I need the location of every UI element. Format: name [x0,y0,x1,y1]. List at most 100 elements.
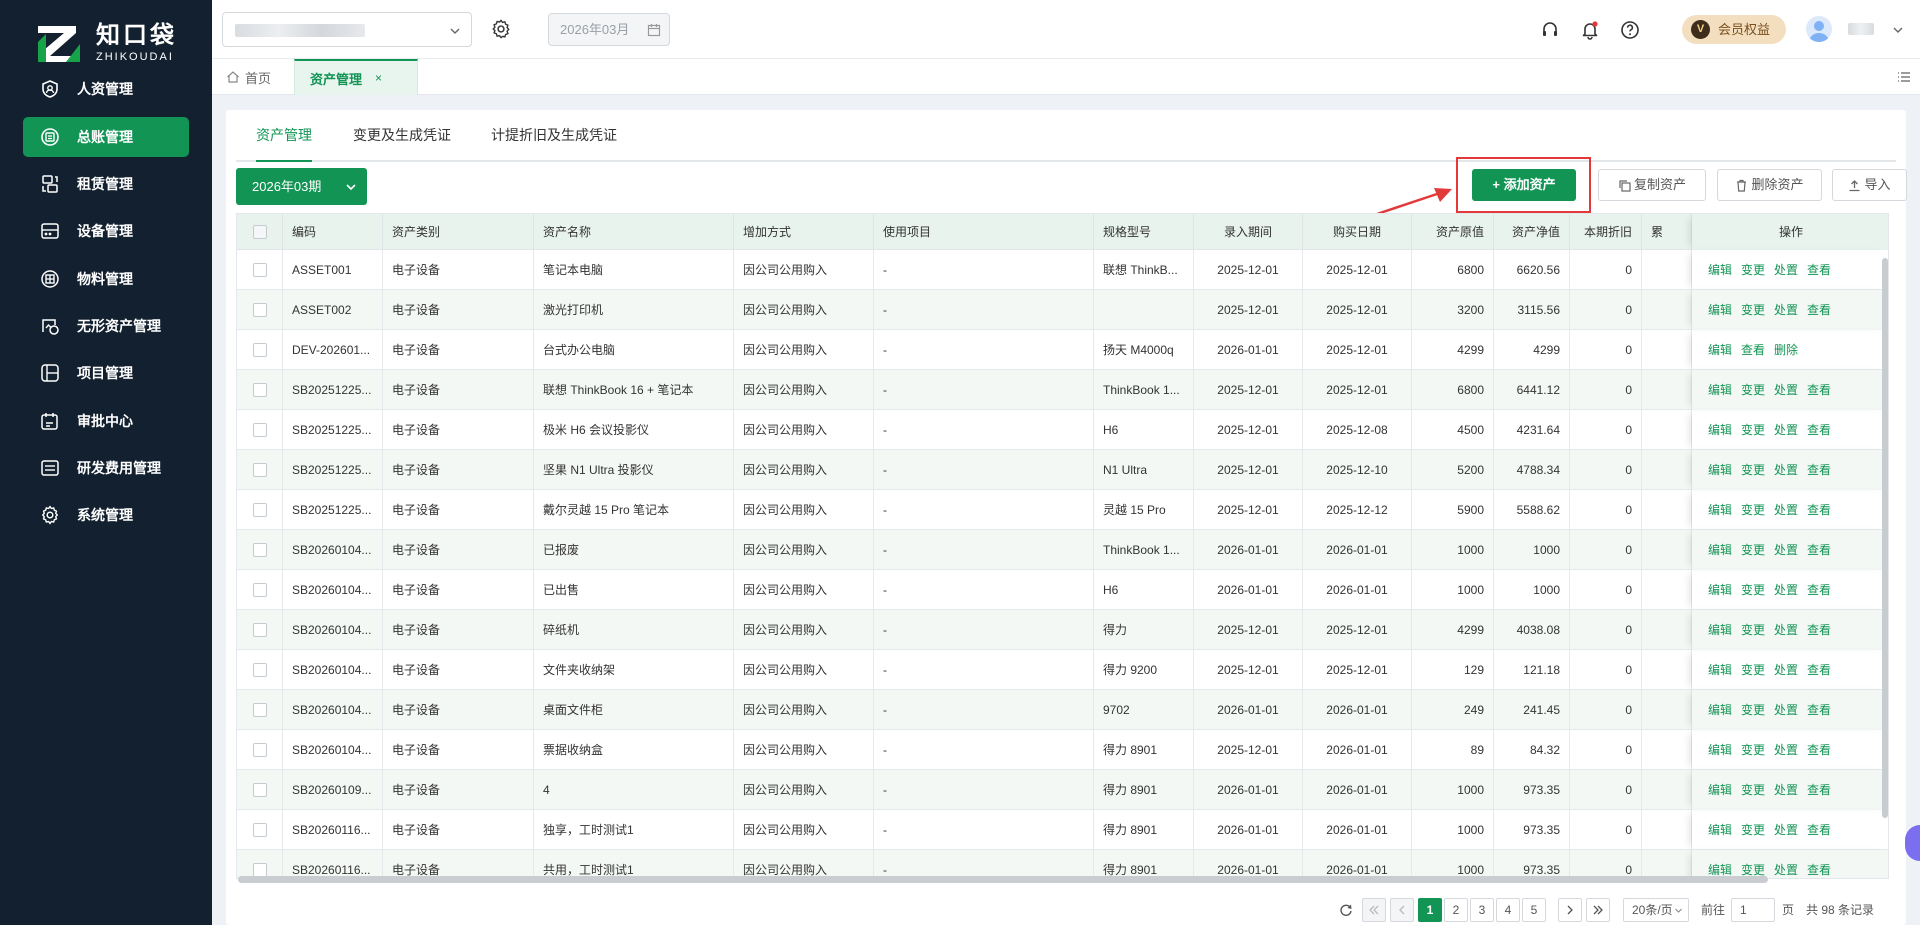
prev-page-button[interactable] [1390,898,1414,922]
sidebar-item-project[interactable]: 项目管理 [23,353,189,393]
row-action-link[interactable]: 编辑 [1708,343,1732,357]
row-action-link[interactable]: 变更 [1741,743,1765,757]
row-checkbox[interactable] [253,823,267,837]
chat-widget-button[interactable] [1905,825,1920,861]
subtab-asset-management[interactable]: 资产管理 [256,110,312,162]
row-checkbox[interactable] [253,863,267,877]
row-action-link[interactable]: 查看 [1807,663,1831,677]
row-action-link[interactable]: 变更 [1741,703,1765,717]
table-row[interactable]: SB20260104... 电子设备 已出售 因公司公用购入 - H6 2026-01-01… [237,570,1888,610]
row-action-link[interactable]: 查看 [1807,423,1831,437]
tab-asset-management[interactable]: 资产管理 × [294,59,418,95]
table-row[interactable]: SB20251225... 电子设备 联想 ThinkBook 16 + 笔记本 因公… [237,370,1888,410]
row-action-link[interactable]: 编辑 [1708,263,1732,277]
row-action-link[interactable]: 编辑 [1708,783,1732,797]
sidebar-item-device[interactable]: 设备管理 [23,211,189,251]
goto-page-input[interactable]: 1 [1731,898,1775,922]
row-action-link[interactable]: 处置 [1774,863,1798,877]
table-row[interactable]: DEV-202601... 电子设备 台式办公电脑 因公司公用购入 - 扬天 M4000q… [237,330,1888,370]
row-action-link[interactable]: 变更 [1741,383,1765,397]
row-action-link[interactable]: 变更 [1741,423,1765,437]
page-button[interactable]: 3 [1470,898,1494,922]
table-row[interactable]: SB20260104... 电子设备 文件夹收纳架 因公司公用购入 - 得力 9200 20… [237,650,1888,690]
row-action-link[interactable]: 变更 [1741,823,1765,837]
row-action-link[interactable]: 处置 [1774,743,1798,757]
row-action-link[interactable]: 删除 [1774,343,1798,357]
table-row[interactable]: SB20260104... 电子设备 桌面文件柜 因公司公用购入 -9702 2026-0… [237,690,1888,730]
add-asset-button[interactable]: + 添加资产 [1472,169,1576,201]
first-page-button[interactable] [1362,898,1386,922]
row-action-link[interactable]: 处置 [1774,663,1798,677]
row-action-link[interactable]: 编辑 [1708,423,1732,437]
avatar[interactable] [1806,16,1832,42]
import-button[interactable]: 导入 [1832,169,1907,201]
row-action-link[interactable]: 变更 [1741,863,1765,877]
table-row[interactable]: ASSET002 电子设备 激光打印机 因公司公用购入 - 2025-12-01 2025-… [237,290,1888,330]
help-button[interactable] [1620,20,1640,40]
vertical-scroll-thumb[interactable] [1882,258,1888,818]
row-action-link[interactable]: 处置 [1774,423,1798,437]
row-action-link[interactable]: 编辑 [1708,503,1732,517]
row-action-link[interactable]: 编辑 [1708,623,1732,637]
notifications-button[interactable] [1580,20,1600,40]
row-checkbox[interactable] [253,703,267,717]
sidebar-item-rd-expense[interactable]: 研发费用管理 [23,448,189,488]
row-checkbox[interactable] [253,623,267,637]
row-checkbox[interactable] [253,783,267,797]
row-action-link[interactable]: 编辑 [1708,383,1732,397]
row-checkbox[interactable] [253,503,267,517]
row-action-link[interactable]: 处置 [1774,783,1798,797]
row-action-link[interactable]: 查看 [1807,743,1831,757]
sidebar-item-person-shield[interactable]: 人资管理 [23,69,189,109]
row-action-link[interactable]: 查看 [1807,863,1831,877]
row-action-link[interactable]: 处置 [1774,263,1798,277]
copy-asset-button[interactable]: 复制资产 [1598,169,1706,201]
sidebar-item-lease[interactable]: 租赁管理 [23,164,189,204]
row-action-link[interactable]: 变更 [1741,303,1765,317]
subtab-depreciation-voucher[interactable]: 计提折旧及生成凭证 [491,110,617,162]
select-all-checkbox[interactable] [253,225,267,239]
sidebar-item-intangible-asset[interactable]: 无形资产管理 [23,306,189,346]
customer-service-button[interactable] [1540,20,1560,40]
row-action-link[interactable]: 查看 [1807,703,1831,717]
row-action-link[interactable]: 查看 [1807,583,1831,597]
page-button[interactable]: 4 [1496,898,1520,922]
page-button[interactable]: 2 [1444,898,1468,922]
row-checkbox[interactable] [253,743,267,757]
table-row[interactable]: SB20260104... 电子设备 已报废 因公司公用购入 - ThinkBook 1.… [237,530,1888,570]
row-action-link[interactable]: 编辑 [1708,743,1732,757]
chevron-down-icon[interactable] [1892,24,1904,36]
sidebar-item-materials[interactable]: 物料管理 [23,259,189,299]
refresh-button[interactable] [1339,898,1353,917]
company-select[interactable] [222,12,472,47]
row-action-link[interactable]: 编辑 [1708,463,1732,477]
table-row[interactable]: SB20260104... 电子设备 票据收纳盒 因公司公用购入 - 得力 8901 202… [237,730,1888,770]
table-row[interactable]: ASSET001 电子设备 笔记本电脑 因公司公用购入 - 联想 ThinkB... 202… [237,250,1888,290]
table-row[interactable]: SB20251225... 电子设备 坚果 N1 Ultra 投影仪 因公司公用购入 -… [237,450,1888,490]
row-checkbox[interactable] [253,263,267,277]
tab-home[interactable]: 首页 [226,59,271,95]
row-action-link[interactable]: 查看 [1807,383,1831,397]
row-checkbox[interactable] [253,583,267,597]
row-action-link[interactable]: 查看 [1807,543,1831,557]
row-action-link[interactable]: 编辑 [1708,703,1732,717]
row-action-link[interactable]: 编辑 [1708,543,1732,557]
row-action-link[interactable]: 变更 [1741,663,1765,677]
tab-list-menu-button[interactable] [1897,70,1911,84]
row-action-link[interactable]: 处置 [1774,503,1798,517]
delete-asset-button[interactable]: 删除资产 [1717,169,1822,201]
table-row[interactable]: SB20251225... 电子设备 极米 H6 会议投影仪 因公司公用购入 - H6 20… [237,410,1888,450]
close-icon[interactable]: × [375,71,382,85]
row-action-link[interactable]: 处置 [1774,463,1798,477]
row-action-link[interactable]: 查看 [1807,823,1831,837]
row-action-link[interactable]: 变更 [1741,783,1765,797]
row-action-link[interactable]: 查看 [1807,503,1831,517]
page-button[interactable]: 5 [1522,898,1546,922]
row-checkbox[interactable] [253,343,267,357]
row-action-link[interactable]: 变更 [1741,543,1765,557]
table-row[interactable]: SB20251225... 电子设备 戴尔灵越 15 Pro 笔记本 因公司公用购入 -… [237,490,1888,530]
subtab-change-voucher[interactable]: 变更及生成凭证 [353,110,451,162]
row-checkbox[interactable] [253,463,267,477]
row-action-link[interactable]: 编辑 [1708,823,1732,837]
table-row[interactable]: SB20260104... 电子设备 碎纸机 因公司公用购入 - 得力 2025-12-01… [237,610,1888,650]
